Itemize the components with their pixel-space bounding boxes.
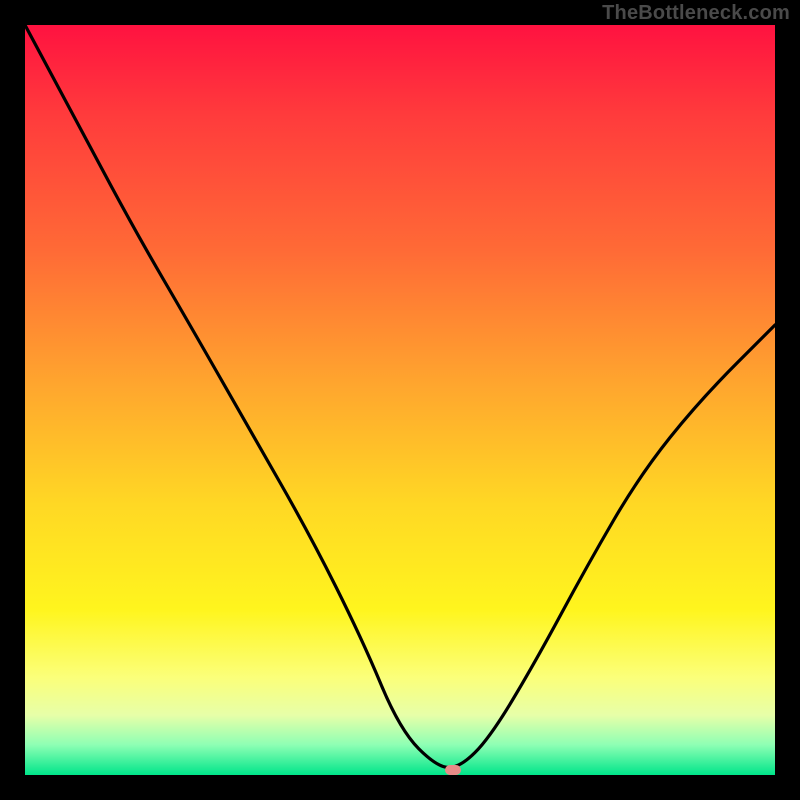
watermark-text: TheBottleneck.com (602, 2, 790, 25)
chart-stage: TheBottleneck.com (0, 0, 800, 800)
curve-svg (25, 25, 775, 775)
plot-area (25, 25, 775, 775)
minimum-marker (445, 765, 461, 775)
bottleneck-curve (25, 25, 775, 768)
